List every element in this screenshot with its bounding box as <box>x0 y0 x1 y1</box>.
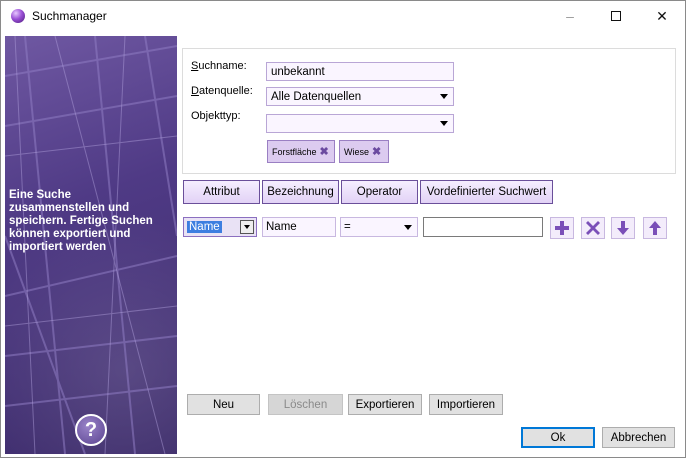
move-up-button[interactable] <box>643 217 667 239</box>
suchname-input[interactable]: unbekannt <box>266 62 454 81</box>
criteria-bezeichnung[interactable]: Name <box>262 217 336 237</box>
app-icon <box>11 9 25 23</box>
delete-criteria-button[interactable] <box>581 217 605 239</box>
objekttyp-label: Objekttyp: <box>191 110 241 122</box>
minimize-button[interactable]: – <box>547 1 593 31</box>
add-icon <box>555 221 569 235</box>
dropdown-arrow-icon <box>440 121 448 126</box>
help-icon[interactable]: ? <box>75 414 107 446</box>
close-icon: ✕ <box>656 7 668 24</box>
banner-description: Eine Suche zusammenstellen und speichern… <box>9 189 153 253</box>
abbrechen-button[interactable]: Abbrechen <box>602 427 675 448</box>
exportieren-button[interactable]: Exportieren <box>348 394 422 415</box>
maximize-button[interactable] <box>593 1 639 31</box>
dropdown-arrow-icon <box>240 220 254 234</box>
column-attribut[interactable]: Attribut <box>183 180 260 204</box>
datenquelle-select[interactable]: Alle Datenquellen <box>266 87 454 106</box>
delete-icon <box>586 221 600 235</box>
datenquelle-label: Datenquelle: <box>191 85 253 97</box>
close-button[interactable]: ✕ <box>639 1 685 31</box>
importieren-button[interactable]: Importieren <box>429 394 503 415</box>
move-up-icon <box>649 221 661 235</box>
objekttyp-select[interactable] <box>266 114 454 133</box>
objekttyp-chip-forstflaeche[interactable]: Forstfläche ✖ <box>267 140 335 163</box>
ok-button[interactable]: Ok <box>521 427 595 448</box>
criteria-attribut-select[interactable]: Name <box>183 217 257 237</box>
column-operator[interactable]: Operator <box>341 180 418 204</box>
datenquelle-value: Alle Datenquellen <box>271 90 362 103</box>
window-title: Suchmanager <box>32 9 107 23</box>
criteria-attribut-value: Name <box>187 221 222 233</box>
chip-remove-icon[interactable]: ✖ <box>372 145 381 158</box>
move-down-button[interactable] <box>611 217 635 239</box>
criteria-operator-value: = <box>344 221 351 233</box>
maximize-icon <box>611 11 621 21</box>
loeschen-button[interactable]: Löschen <box>268 394 343 415</box>
title-bar: Suchmanager – ✕ <box>1 1 685 31</box>
objekttyp-chip-wiese[interactable]: Wiese ✖ <box>339 140 389 163</box>
column-vordefinierter-suchwert[interactable]: Vordefinierter Suchwert <box>420 180 553 204</box>
minimize-icon: – <box>566 8 574 24</box>
add-criteria-button[interactable] <box>550 217 574 239</box>
column-bezeichnung[interactable]: Bezeichnung <box>262 180 339 204</box>
neu-button[interactable]: Neu <box>187 394 260 415</box>
chip-label: Wiese <box>344 146 370 157</box>
chip-label: Forstfläche <box>272 146 317 157</box>
move-down-icon <box>617 221 629 235</box>
search-definition-panel: Suchname: unbekannt Datenquelle: Alle Da… <box>182 48 676 174</box>
criteria-operator-select[interactable]: = <box>340 217 418 237</box>
suchname-label: Suchname: <box>191 60 247 72</box>
chip-remove-icon[interactable]: ✖ <box>320 145 329 158</box>
suchmanager-window: Suchmanager – ✕ Eine Suche zusammenstell… <box>0 0 686 458</box>
info-banner: Eine Suche zusammenstellen und speichern… <box>5 36 177 454</box>
criteria-value-input[interactable] <box>423 217 543 237</box>
dropdown-arrow-icon <box>404 225 412 230</box>
dropdown-arrow-icon <box>440 94 448 99</box>
